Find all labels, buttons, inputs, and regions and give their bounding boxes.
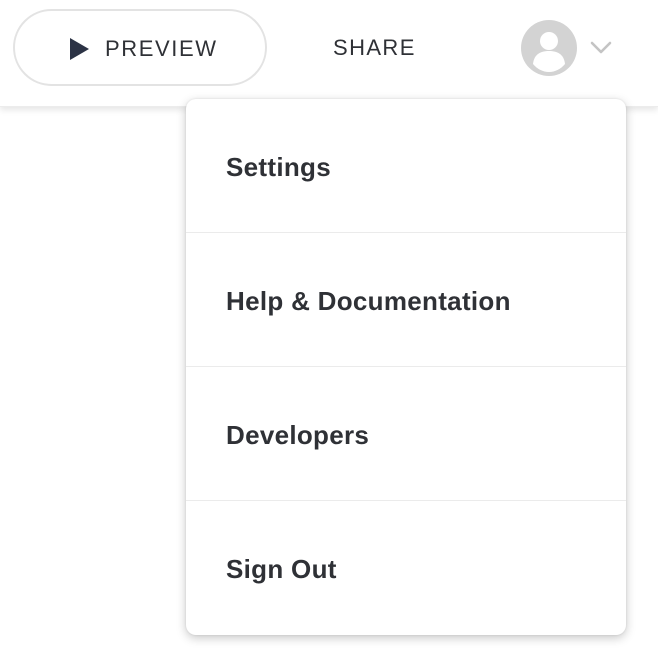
user-avatar-icon[interactable] <box>521 20 577 76</box>
menu-item-label: Developers <box>226 420 370 450</box>
menu-item-sign-out[interactable]: Sign Out <box>186 501 626 635</box>
account-dropdown-menu: Settings Help & Documentation Developers… <box>186 99 626 635</box>
preview-button[interactable]: PREVIEW <box>13 9 267 86</box>
menu-item-settings[interactable]: Settings <box>186 99 626 233</box>
chevron-down-icon[interactable] <box>589 38 613 58</box>
menu-item-label: Sign Out <box>226 554 337 584</box>
menu-item-help-documentation[interactable]: Help & Documentation <box>186 233 626 367</box>
play-icon <box>70 38 89 60</box>
menu-item-developers[interactable]: Developers <box>186 367 626 501</box>
share-button[interactable]: SHARE <box>333 36 416 60</box>
top-toolbar: PREVIEW SHARE <box>0 0 658 107</box>
menu-item-label: Help & Documentation <box>226 286 511 316</box>
menu-item-label: Settings <box>226 152 331 182</box>
preview-label: PREVIEW <box>105 36 218 61</box>
